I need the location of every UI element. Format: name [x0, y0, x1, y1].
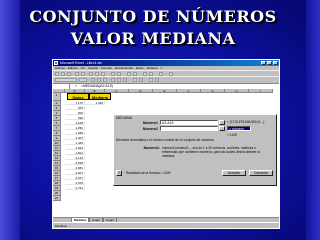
- help-icon[interactable]: ?: [116, 170, 122, 176]
- font-select[interactable]: [55, 78, 77, 82]
- maximize-button[interactable]: [267, 61, 272, 65]
- argument-help: número1;número2;... son de 1 a 30 número…: [162, 146, 260, 158]
- table-cell[interactable]: 2,526: [65, 161, 85, 165]
- table-cell[interactable]: 690: [65, 116, 85, 120]
- spreadsheet-grid[interactable]: A B C D E F G H I 1 2 3 4 5 6 7 8 9 10 11 12 13 14 15 16 17 18 19 20…: [53, 89, 279, 217]
- mediana-header[interactable]: Mediana: [89, 93, 111, 100]
- column-header[interactable]: D: [129, 89, 153, 93]
- excel-app-icon: [54, 61, 58, 65]
- bold-icon[interactable]: [91, 78, 95, 82]
- minimize-button[interactable]: [261, 61, 266, 65]
- dialog-title: MEDIANA: [116, 116, 132, 120]
- ok-button[interactable]: Aceptar: [222, 170, 246, 176]
- collapse-dialog-icon[interactable]: [219, 120, 225, 125]
- table-cell[interactable]: 2,751: [65, 186, 85, 190]
- fill-color-icon[interactable]: [155, 78, 159, 82]
- borders-icon[interactable]: [149, 78, 153, 82]
- right-decorative-bar: [306, 0, 320, 240]
- column-header[interactable]: F: [177, 89, 201, 93]
- format-toolbar: [53, 76, 279, 82]
- table-cell[interactable]: 1,449: [65, 141, 85, 145]
- column-header[interactable]: G: [201, 89, 225, 93]
- function-description: Devuelve la mediana o el número central …: [116, 138, 215, 142]
- underline-icon[interactable]: [103, 78, 107, 82]
- percent-icon[interactable]: [139, 78, 143, 82]
- table-cell[interactable]: 2,617: [65, 176, 85, 180]
- close-button[interactable]: [273, 61, 278, 65]
- row-header[interactable]: 1: [53, 93, 61, 101]
- cancel-button[interactable]: Cancelar: [249, 170, 273, 176]
- function-arguments-dialog: MEDIANA Número1 A2:A19 = {7176;575;600;6…: [113, 114, 277, 186]
- table-cell[interactable]: 1,821: [65, 151, 85, 155]
- column-header[interactable]: I: [249, 89, 273, 93]
- excel-window: Microsoft Excel - Libro1.xls Archivo Edi…: [52, 59, 280, 229]
- collapse-dialog-icon[interactable]: [219, 126, 225, 131]
- numero1-input[interactable]: A2:A19: [160, 120, 218, 125]
- table-cell[interactable]: 2,970: [65, 181, 85, 185]
- numero2-input[interactable]: [160, 126, 218, 131]
- slide-title-line2: VALOR MEDIANA: [70, 29, 236, 48]
- table-cell[interactable]: 1,524: [65, 146, 85, 150]
- numero1-result: = {7176;575;600;690;11...}: [227, 120, 265, 124]
- formula-result: Resultado de la fórmula = 1449: [126, 171, 171, 175]
- italic-icon[interactable]: [97, 78, 101, 82]
- numero2-label: Número2: [142, 127, 158, 131]
- datos-header[interactable]: Datos: [67, 93, 89, 100]
- align-right-icon[interactable]: [123, 78, 127, 82]
- table-cell[interactable]: 2,607: [65, 171, 85, 175]
- table-cell[interactable]: 1,369: [65, 131, 85, 135]
- total-result: = 1449: [227, 133, 237, 137]
- row-header[interactable]: 21: [53, 196, 61, 201]
- argument-label: Número1:: [143, 146, 160, 150]
- table-cell[interactable]: 7,176: [65, 101, 85, 105]
- table-cell[interactable]: 2,581: [65, 166, 85, 170]
- numero2-result: = número: [227, 126, 251, 131]
- currency-icon[interactable]: [133, 78, 137, 82]
- window-title: Microsoft Excel - Libro1.xls: [60, 61, 102, 65]
- font-size-select[interactable]: [79, 78, 87, 82]
- table-cell[interactable]: 2,144: [65, 156, 85, 160]
- slide-title-line1: CONJUNTO DE NÚMEROS: [29, 7, 277, 26]
- column-header[interactable]: H: [225, 89, 249, 93]
- table-cell[interactable]: 1,108: [65, 121, 85, 125]
- align-center-icon[interactable]: [117, 78, 121, 82]
- column-header[interactable]: E: [153, 89, 177, 93]
- status-bar: Modificar: [53, 222, 279, 228]
- table-cell[interactable]: 1,407: [65, 136, 85, 140]
- table-cell[interactable]: 575: [65, 106, 85, 110]
- align-left-icon[interactable]: [111, 78, 115, 82]
- table-cell[interactable]: 1,252: [65, 126, 85, 130]
- numero1-label: Número1: [142, 121, 158, 125]
- mediana-result-cell[interactable]: 1,449: [85, 101, 105, 105]
- table-cell[interactable]: 600: [65, 111, 85, 115]
